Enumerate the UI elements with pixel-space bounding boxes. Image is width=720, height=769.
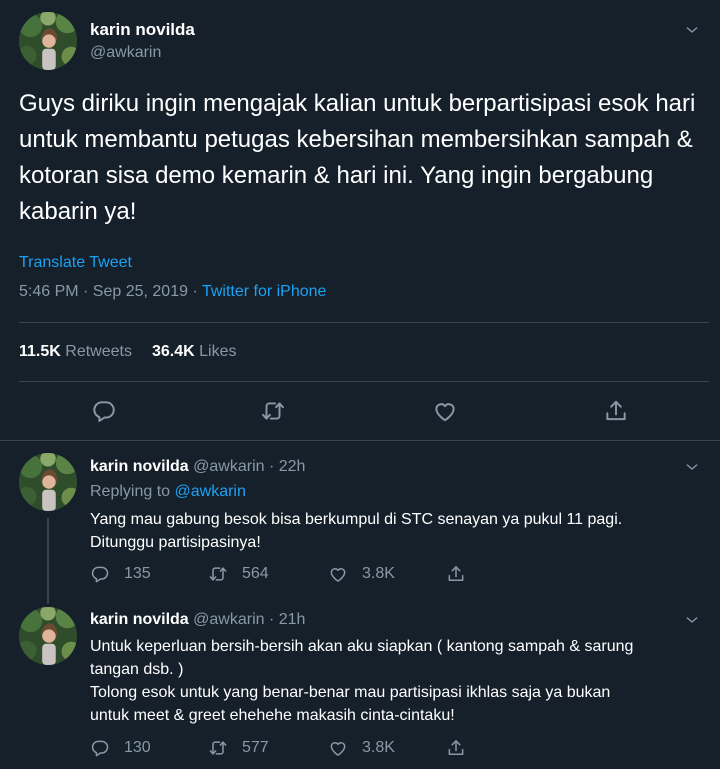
reply-text-line: tangan dsb. )	[90, 661, 184, 678]
tweet-meta: 5:46 PM · Sep 25, 2019 · Twitter for iPh…	[19, 283, 326, 301]
reply-avatar[interactable]	[19, 453, 77, 511]
divider	[19, 322, 709, 323]
likes-label: Likes	[199, 343, 237, 360]
retweet-icon	[208, 564, 228, 584]
like-action[interactable]: 3.8K	[328, 737, 395, 759]
reply-action[interactable]: 135	[90, 563, 151, 585]
share-action[interactable]	[446, 737, 480, 759]
retweet-action[interactable]: 564	[208, 563, 269, 585]
translate-tweet-link[interactable]: Translate Tweet	[19, 254, 132, 272]
heart-icon[interactable]	[432, 398, 458, 424]
chevron-down-icon[interactable]	[684, 459, 700, 475]
reply-meta[interactable]: @awkarin · 22h	[193, 458, 305, 475]
like-count: 3.8K	[362, 739, 395, 756]
reply-header: karin novilda @awkarin · 22h	[90, 458, 305, 476]
retweet-action[interactable]: 577	[208, 737, 269, 759]
retweet-count: 564	[242, 565, 269, 582]
reply-count: 135	[124, 565, 151, 582]
replying-to-handle[interactable]: @awkarin	[175, 483, 246, 500]
retweets-stat[interactable]: 11.5K Retweets	[19, 343, 132, 360]
reply-text-line: Untuk keperluan bersih-bersih akan aku s…	[90, 638, 634, 655]
chevron-down-icon[interactable]	[684, 22, 700, 38]
share-icon	[446, 564, 466, 584]
share-action[interactable]	[446, 563, 480, 585]
heart-icon	[328, 564, 348, 584]
reply-author-name[interactable]: karin novilda	[90, 458, 189, 475]
replying-to-label: Replying to	[90, 483, 175, 500]
like-action[interactable]: 3.8K	[328, 563, 395, 585]
reply-header: karin novilda @awkarin · 21h	[90, 611, 305, 629]
thread-line	[47, 518, 49, 604]
divider	[19, 381, 709, 382]
like-count: 3.8K	[362, 565, 395, 582]
reply-meta[interactable]: @awkarin · 21h	[193, 611, 305, 628]
retweets-count: 11.5K	[19, 343, 61, 360]
retweet-icon[interactable]	[260, 398, 286, 424]
reply-icon	[90, 564, 110, 584]
reply-author-name[interactable]: karin novilda	[90, 611, 189, 628]
heart-icon	[328, 738, 348, 758]
reply-text: Yang mau gabung besok bisa berkumpul di …	[90, 508, 705, 554]
tweet-text: Guys diriku ingin mengajak kalian untuk …	[19, 90, 696, 225]
reply-text: Untuk keperluan bersih-bersih akan aku s…	[90, 635, 705, 727]
reply-count: 130	[124, 739, 151, 756]
reply-text-line: Ditunggu partisipasinya!	[90, 534, 261, 551]
reply-icon	[90, 738, 110, 758]
replying-to: Replying to @awkarin	[90, 483, 246, 501]
retweet-count: 577	[242, 739, 269, 756]
reply-text-line: Yang mau gabung besok bisa berkumpul di …	[90, 511, 623, 528]
tweet-source-link[interactable]: Twitter for iPhone	[202, 283, 327, 300]
author-name[interactable]: karin novilda	[90, 20, 195, 40]
share-icon	[446, 738, 466, 758]
tweet-stats: 11.5K Retweets 36.4K Likes	[19, 343, 236, 361]
retweet-icon	[208, 738, 228, 758]
divider	[0, 440, 720, 441]
author-handle[interactable]: @awkarin	[90, 44, 161, 62]
tweet-timestamp[interactable]: 5:46 PM · Sep 25, 2019 ·	[19, 283, 202, 300]
reply-text-line: Tolong esok untuk yang benar-benar mau p…	[90, 684, 611, 701]
author-avatar[interactable]	[19, 12, 77, 70]
reply-avatar[interactable]	[19, 607, 77, 665]
retweets-label: Retweets	[65, 343, 132, 360]
reply-text-line: untuk meet & greet ehehehe makasih cinta…	[90, 707, 455, 724]
likes-count: 36.4K	[151, 343, 195, 360]
likes-stat[interactable]: 36.4K Likes	[152, 343, 237, 360]
reply-icon[interactable]	[91, 398, 117, 424]
chevron-down-icon[interactable]	[684, 612, 700, 628]
share-icon[interactable]	[603, 398, 629, 424]
reply-action[interactable]: 130	[90, 737, 151, 759]
